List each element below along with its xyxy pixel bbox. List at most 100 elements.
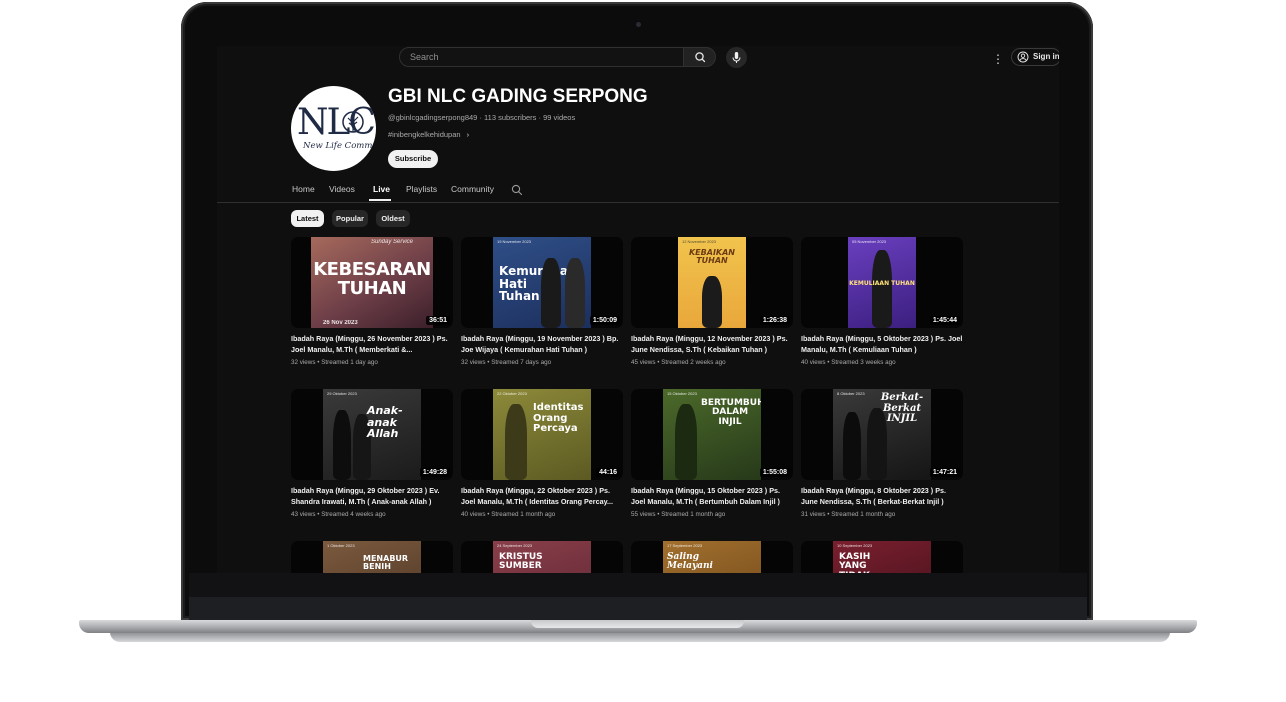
video-thumbnail[interactable]: 12 November 2023 KEBAIKAN TUHAN 1:26:38 xyxy=(631,237,793,328)
tab-home[interactable]: Home xyxy=(292,184,315,194)
poster-title: Identitas Orang Percaya xyxy=(533,402,584,434)
voice-search-button[interactable] xyxy=(726,47,747,68)
video-thumbnail[interactable]: 22 Oktober 2023 Identitas Orang Percaya … xyxy=(461,389,623,480)
poster-title: Anak-anak Allah xyxy=(367,404,403,441)
streamed-time: Streamed 1 day ago xyxy=(321,359,378,366)
channel-avatar[interactable]: NLC New Life Community xyxy=(291,86,376,171)
poster-title: KRISTUS SUMBER xyxy=(499,552,543,572)
video-duration: 1:49:28 xyxy=(419,468,450,477)
video-thumbnail[interactable]: 15 Oktober 2023 BERTUMBUH DALAM INJIL 1:… xyxy=(631,389,793,480)
streamed-time: Streamed 1 month ago xyxy=(661,511,726,518)
channel-description[interactable]: #inibengkelkehidupan › xyxy=(388,130,469,139)
streamed-time: Streamed 1 month ago xyxy=(491,511,556,518)
tab-playlists[interactable]: Playlists xyxy=(406,184,437,194)
poster-title: KEMULIAAN TUHAN xyxy=(849,280,915,287)
streamed-time: Streamed 4 weeks ago xyxy=(321,511,386,518)
chip-popular[interactable]: Popular xyxy=(332,210,368,227)
laptop-base-shadow xyxy=(110,632,1170,642)
video-meta: 55 views • Streamed 1 month ago xyxy=(631,511,726,518)
poster-subtitle: 22 Oktober 2023 xyxy=(497,391,527,396)
tab-live[interactable]: Live xyxy=(373,184,390,194)
thumbnail-poster: 19 November 2023 Kemurahan Hati Tuhan xyxy=(493,237,591,328)
video-thumbnail[interactable]: 05 November 2023 KEMULIAAN TUHAN 1:45:44 xyxy=(801,237,963,328)
speaker-figure xyxy=(333,410,351,480)
speaker-figure xyxy=(541,258,561,328)
poster-title: KEBAIKAN TUHAN xyxy=(688,248,735,266)
video-thumbnail[interactable]: 17 September 2023 Saling Melayani xyxy=(631,541,793,573)
speaker-figure xyxy=(872,250,892,328)
video-title[interactable]: Ibadah Raya (Minggu, 19 November 2023 ) … xyxy=(461,334,623,355)
poster-subtitle: 8 Oktober 2023 xyxy=(837,391,865,396)
video-duration: 36:51 xyxy=(426,316,450,325)
video-thumbnail[interactable]: Sunday Service KEBESARAN TUHAN 26 Nov 20… xyxy=(291,237,453,328)
search-placeholder: Search xyxy=(410,52,439,62)
video-title[interactable]: Ibadah Raya (Minggu, 12 November 2023 ) … xyxy=(631,334,793,355)
video-duration: 1:50:09 xyxy=(589,316,620,325)
streamed-time: Streamed 2 weeks ago xyxy=(661,359,726,366)
speaker-figure xyxy=(843,412,861,480)
channel-title: GBI NLC GADING SERPONG xyxy=(388,86,648,107)
video-meta: 43 views • Streamed 4 weeks ago xyxy=(291,511,386,518)
poster-title: BERTUMBUH DALAM INJIL xyxy=(701,398,761,427)
video-title[interactable]: Ibadah Raya (Minggu, 5 Oktober 2023 ) Ps… xyxy=(801,334,963,355)
speaker-figure xyxy=(505,404,527,480)
thumbnail-poster: 24 September 2023 KRISTUS SUMBER xyxy=(493,541,591,573)
subscribe-button[interactable]: Subscribe xyxy=(388,150,438,168)
channel-search-icon[interactable] xyxy=(511,184,523,196)
speaker-figure xyxy=(702,276,722,328)
thumbnail-poster: 29 Oktober 2023 Anak-anak Allah xyxy=(323,389,421,480)
video-thumbnail[interactable]: 29 Oktober 2023 Anak-anak Allah 1:49:28 xyxy=(291,389,453,480)
poster-subtitle: Sunday Service xyxy=(371,239,414,245)
thumbnail-poster: 05 November 2023 KEMULIAAN TUHAN xyxy=(848,237,916,328)
laptop-hinge xyxy=(189,597,1087,621)
poster-subtitle: 19 November 2023 xyxy=(497,239,532,244)
video-duration: 44:16 xyxy=(596,468,620,477)
poster-subtitle: 29 Oktober 2023 xyxy=(327,391,357,396)
poster-title: KASIH YANG TIDAK xyxy=(839,552,871,573)
view-count: 32 views xyxy=(461,359,486,366)
poster-subtitle: 12 November 2023 xyxy=(682,239,717,244)
search-button[interactable] xyxy=(683,47,716,67)
streamed-time: Streamed 1 month ago xyxy=(831,511,896,518)
tab-videos[interactable]: Videos xyxy=(329,184,355,194)
video-thumbnail[interactable]: 19 November 2023 Kemurahan Hati Tuhan 1:… xyxy=(461,237,623,328)
chevron-right-icon: › xyxy=(466,130,470,139)
video-thumbnail[interactable]: 24 September 2023 KRISTUS SUMBER xyxy=(461,541,623,573)
active-tab-indicator xyxy=(369,199,391,201)
thumbnail-poster: 10 September 2023 KASIH YANG TIDAK xyxy=(833,541,931,573)
tabs-divider xyxy=(217,202,1059,203)
view-count: 43 views xyxy=(291,511,316,518)
thumbnail-poster: Sunday Service KEBESARAN TUHAN 26 Nov 20… xyxy=(311,237,433,328)
video-meta: 32 views • Streamed 7 days ago xyxy=(461,359,552,366)
video-thumbnail[interactable]: 1 Oktober 2023 MENABUR BENIH xyxy=(291,541,453,573)
channel-meta: @gbinlcgadingserpong849 · 113 subscriber… xyxy=(388,113,575,122)
channel-handle: @gbinlcgadingserpong849 xyxy=(388,113,478,122)
speaker-figure xyxy=(565,258,585,328)
view-count: 45 views xyxy=(631,359,656,366)
streamed-time: Streamed 7 days ago xyxy=(491,359,552,366)
poster-date: 26 Nov 2023 xyxy=(323,320,358,326)
view-count: 55 views xyxy=(631,511,656,518)
video-title[interactable]: Ibadah Raya (Minggu, 29 Oktober 2023 ) E… xyxy=(291,486,453,507)
video-title[interactable]: Ibadah Raya (Minggu, 22 Oktober 2023 ) P… xyxy=(461,486,623,507)
youtube-channel-page: Search ⋮ Sign in NLC New Life Community … xyxy=(217,46,1059,573)
video-meta: 40 views • Streamed 3 weeks ago xyxy=(801,359,896,366)
chip-oldest[interactable]: Oldest xyxy=(376,210,410,227)
video-title[interactable]: Ibadah Raya (Minggu, 26 November 2023 ) … xyxy=(291,334,453,355)
video-count: 99 videos xyxy=(543,113,576,122)
streamed-time: Streamed 3 weeks ago xyxy=(831,359,896,366)
meta-separator: · xyxy=(538,113,542,122)
search-icon xyxy=(695,52,706,63)
poster-subtitle: 05 November 2023 xyxy=(852,239,887,244)
video-title[interactable]: Ibadah Raya (Minggu, 15 Oktober 2023 ) P… xyxy=(631,486,793,507)
sign-in-button[interactable]: Sign in xyxy=(1011,48,1059,66)
chip-latest[interactable]: Latest xyxy=(291,210,324,227)
tab-community[interactable]: Community xyxy=(451,184,494,194)
laptop-opening-notch xyxy=(531,620,744,628)
more-options-icon[interactable]: ⋮ xyxy=(992,52,1004,66)
video-thumbnail[interactable]: 8 Oktober 2023 Berkat-Berkat INJIL 1:47:… xyxy=(801,389,963,480)
video-thumbnail[interactable]: 10 September 2023 KASIH YANG TIDAK xyxy=(801,541,963,573)
search-input[interactable]: Search xyxy=(399,47,684,67)
video-title[interactable]: Ibadah Raya (Minggu, 8 Oktober 2023 ) Ps… xyxy=(801,486,963,507)
poster-subtitle: 15 Oktober 2023 xyxy=(667,391,697,396)
